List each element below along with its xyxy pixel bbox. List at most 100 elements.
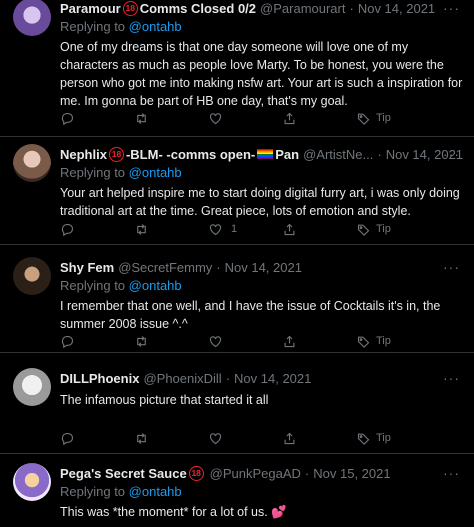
display-name[interactable]: Nephlix	[60, 147, 107, 162]
reply-button[interactable]	[60, 431, 134, 446]
handle[interactable]: @ArtistNe...	[303, 147, 373, 162]
like-count: 1	[231, 223, 238, 235]
heart-icon	[209, 112, 222, 124]
tweet[interactable]: DILLPhoenix @PhoenixDill · Nov 14, 2021 …	[0, 353, 474, 454]
share-button[interactable]	[282, 334, 356, 349]
adult-badge-icon: 18	[108, 146, 124, 162]
reply-button[interactable]	[60, 111, 134, 126]
like-button[interactable]	[208, 111, 282, 126]
timestamp[interactable]: Nov 14, 2021	[358, 1, 435, 16]
avatar[interactable]	[13, 0, 51, 36]
tweet-text-body: This was *the moment* for a lot of us.	[60, 505, 268, 519]
reply-icon	[61, 335, 74, 348]
adult-badge-icon: 18	[122, 0, 138, 16]
replying-to: Replying to @ontahb	[60, 277, 464, 295]
like-button[interactable]	[208, 431, 282, 446]
tweet[interactable]: Pega's Secret Sauce 18 @PunkPegaAD · Nov…	[0, 454, 474, 527]
avatar[interactable]	[13, 257, 51, 295]
tip-label: Tip	[376, 335, 391, 347]
retweet-icon	[137, 223, 146, 235]
share-button[interactable]	[282, 431, 356, 446]
retweet-button[interactable]	[134, 431, 208, 446]
tweet-text: This was *the moment* for a lot of us. 💕	[60, 503, 464, 521]
separator-dot: ·	[216, 259, 221, 275]
timestamp[interactable]: Nov 14, 2021	[225, 260, 302, 275]
tip-button[interactable]: Tip	[356, 431, 391, 446]
display-name[interactable]: Shy Fem	[60, 260, 114, 275]
share-icon	[284, 223, 295, 235]
handle[interactable]: @PunkPegaAD	[210, 466, 301, 481]
more-options-icon[interactable]: ···	[443, 0, 460, 16]
mention-link[interactable]: @ontahb	[129, 19, 182, 34]
replying-to: Replying to @ontahb	[60, 18, 464, 36]
rainbow-flag-icon	[257, 149, 274, 159]
like-button[interactable]: 1	[208, 222, 282, 237]
retweet-button[interactable]	[134, 111, 208, 126]
avatar[interactable]	[13, 368, 51, 406]
share-icon	[284, 432, 295, 444]
like-button[interactable]	[208, 334, 282, 349]
display-name[interactable]: Pega's Secret Sauce	[60, 466, 187, 481]
timestamp[interactable]: Nov 14, 2021	[234, 371, 311, 386]
replying-to: Replying to @ontahb	[60, 483, 464, 501]
display-name-end[interactable]: Pan	[275, 147, 299, 162]
two-hearts-emoji: 💕	[271, 505, 287, 519]
display-name[interactable]: Paramour	[60, 1, 121, 16]
tip-button[interactable]: Tip	[356, 111, 391, 126]
tweet-actions: 1 Tip	[60, 219, 420, 239]
reply-button[interactable]	[60, 334, 134, 349]
heart-icon	[209, 335, 222, 347]
handle[interactable]: @SecretFemmy	[118, 260, 212, 275]
separator-dot: ·	[377, 146, 382, 162]
tip-button[interactable]: Tip	[356, 222, 391, 237]
replying-label: Replying to	[60, 165, 126, 180]
share-button[interactable]	[282, 222, 356, 237]
share-button[interactable]	[282, 111, 356, 126]
tweet-actions: Tip	[60, 108, 420, 128]
separator-dot: ·	[349, 0, 354, 16]
reply-button[interactable]	[60, 222, 134, 237]
tweet-text: Your art helped inspire me to start doin…	[60, 186, 460, 218]
tip-icon	[357, 113, 370, 125]
avatar[interactable]	[13, 463, 51, 501]
tip-icon	[357, 224, 370, 236]
tweet-actions: Tip	[60, 331, 420, 351]
tweet-header: Paramour 18 Comms Closed 0/2 @Paramourar…	[60, 0, 464, 18]
display-name[interactable]: DILLPhoenix	[60, 371, 139, 386]
reply-icon	[61, 223, 74, 236]
retweet-button[interactable]	[134, 222, 208, 237]
retweet-icon	[137, 432, 146, 444]
more-options-icon[interactable]: ···	[443, 465, 460, 481]
tweet[interactable]: Nephlix 18 -BLM- -comms open- Pan @Artis…	[0, 137, 474, 245]
tweet[interactable]: Paramour 18 Comms Closed 0/2 @Paramourar…	[0, 0, 474, 137]
mention-link[interactable]: @ontahb	[129, 165, 182, 180]
reply-icon	[61, 112, 74, 125]
more-options-icon[interactable]: ···	[443, 146, 460, 162]
retweet-button[interactable]	[134, 334, 208, 349]
tip-label: Tip	[376, 223, 391, 235]
more-options-icon[interactable]: ···	[443, 259, 460, 275]
tip-button[interactable]: Tip	[356, 334, 391, 349]
mention-link[interactable]: @ontahb	[129, 278, 182, 293]
tweet-header: Shy Fem @SecretFemmy · Nov 14, 2021	[60, 257, 464, 277]
avatar[interactable]	[13, 144, 51, 182]
replying-to: Replying to @ontahb	[60, 164, 464, 182]
share-icon	[284, 335, 295, 347]
separator-dot: ·	[225, 370, 231, 386]
tip-label: Tip	[376, 432, 391, 444]
more-options-icon[interactable]: ···	[443, 370, 460, 386]
mention-link[interactable]: @ontahb	[129, 484, 182, 499]
retweet-icon	[137, 335, 146, 347]
tweet[interactable]: Shy Fem @SecretFemmy · Nov 14, 2021 Repl…	[0, 245, 474, 353]
handle[interactable]: @PhoenixDill	[143, 371, 221, 386]
timestamp[interactable]: Nov 15, 2021	[313, 466, 390, 481]
tweet-header: Pega's Secret Sauce 18 @PunkPegaAD · Nov…	[60, 463, 464, 483]
replying-label: Replying to	[60, 19, 126, 34]
replying-label: Replying to	[60, 278, 126, 293]
display-name-suffix[interactable]: Comms Closed 0/2	[140, 1, 256, 16]
tweet-header: DILLPhoenix @PhoenixDill · Nov 14, 2021	[60, 368, 464, 388]
separator-dot: ·	[304, 465, 310, 481]
handle[interactable]: @Paramourart	[260, 1, 345, 16]
display-name-suffix[interactable]: -BLM- -comms open-	[126, 147, 255, 162]
tweet-header: Nephlix 18 -BLM- -comms open- Pan @Artis…	[60, 144, 464, 164]
